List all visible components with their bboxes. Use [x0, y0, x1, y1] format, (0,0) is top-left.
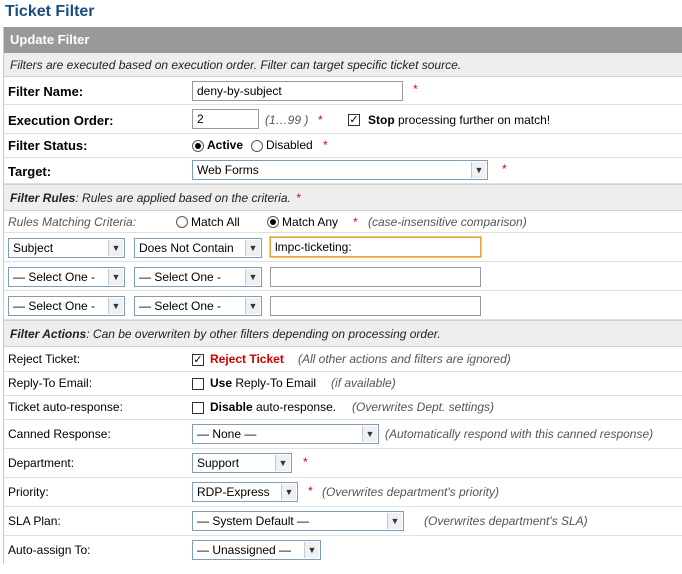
auto-assign-label: Auto-assign To: — [8, 543, 91, 557]
auto-response-label: Ticket auto-response: — [8, 400, 123, 414]
auto-response-checkbox[interactable] — [192, 402, 204, 414]
canned-response-note: (Automatically respond with this canned … — [385, 427, 654, 441]
page-title: Ticket Filter — [5, 3, 95, 20]
canned-response-row: Canned Response: — None — ▼ (Automaticall… — [4, 420, 682, 449]
filter-status-label: Filter Status: — [8, 138, 88, 153]
filter-rules-desc: : Rules are applied based on the criteri… — [75, 191, 291, 205]
auto-response-note: (Overwrites Dept. settings) — [352, 400, 495, 414]
chevron-down-icon: ▼ — [245, 298, 260, 314]
rule-value-input[interactable]: lmpc-ticketing: — [270, 237, 481, 257]
match-all-radio[interactable] — [176, 216, 188, 228]
rule-field-select[interactable]: Subject ▼ — [8, 238, 125, 258]
reject-ticket-text: Reject Ticket — [210, 352, 284, 366]
canned-response-label: Canned Response: — [8, 427, 111, 441]
target-label: Target: — [8, 164, 52, 179]
canned-response-select[interactable]: — None — ▼ — [192, 424, 379, 444]
priority-label: Priority: — [8, 485, 49, 499]
auto-response-row: Ticket auto-response: Disable auto-respo… — [4, 396, 682, 420]
department-select[interactable]: Support ▼ — [192, 453, 292, 473]
chevron-down-icon: ▼ — [245, 269, 260, 285]
filter-name-row: Filter Name: deny-by-subject * — [4, 77, 682, 105]
filter-name-input[interactable]: deny-by-subject — [192, 81, 403, 101]
filter-actions-section: Filter Actions: Can be overwriten by oth… — [4, 320, 682, 347]
execution-order-input[interactable]: 2 — [192, 109, 259, 129]
reject-ticket-note: (All other actions and filters are ignor… — [298, 352, 511, 366]
rule-row: Subject ▼ Does Not Contain ▼ lmpc-ticketin… — [4, 233, 682, 262]
chevron-down-icon: ▼ — [387, 513, 402, 529]
criteria-note: (case-insensitive comparison) — [368, 215, 527, 229]
chevron-down-icon: ▼ — [245, 240, 260, 256]
filter-form: Update Filter Filters are executed based… — [3, 27, 682, 564]
match-any-radio[interactable] — [267, 216, 279, 228]
reject-ticket-label: Reject Ticket: — [8, 352, 81, 366]
filter-status-row: Filter Status: Active Disabled * — [4, 134, 682, 158]
match-any-label: Match Any — [282, 215, 339, 229]
chevron-down-icon: ▼ — [362, 426, 377, 442]
priority-note: (Overwrites department's priority) — [322, 485, 499, 499]
rule-row: — Select One - ▼ — Select One - ▼ — [4, 262, 682, 291]
chevron-down-icon: ▼ — [281, 484, 296, 500]
rule-value-input[interactable] — [270, 267, 481, 287]
filter-name-label: Filter Name: — [8, 84, 84, 99]
reply-to-row: Reply-To Email: Use Reply-To Email (if a… — [4, 372, 682, 396]
chevron-down-icon: ▼ — [108, 269, 123, 285]
required-mark: * — [502, 162, 507, 176]
filter-actions-desc: : Can be overwriten by other filters dep… — [86, 327, 441, 341]
status-disabled-label: Disabled — [266, 138, 313, 152]
form-header: Update Filter — [4, 27, 682, 53]
department-label: Department: — [8, 456, 75, 470]
required-mark: * — [323, 138, 328, 152]
status-active-radio[interactable] — [192, 140, 204, 152]
required-mark: * — [308, 484, 313, 498]
auto-assign-select[interactable]: — Unassigned — ▼ — [192, 540, 321, 560]
filter-actions-title: Filter Actions — [10, 327, 87, 341]
status-disabled-radio[interactable] — [251, 140, 263, 152]
rule-value-input[interactable] — [270, 296, 481, 316]
rule-row: — Select One - ▼ — Select One - ▼ — [4, 291, 682, 320]
reply-to-checkbox[interactable] — [192, 378, 204, 390]
stop-processing-checkbox[interactable]: ✓ — [348, 114, 360, 126]
rule-field-select[interactable]: — Select One - ▼ — [8, 296, 125, 316]
required-mark: * — [303, 455, 308, 469]
required-mark: * — [353, 215, 358, 229]
form-intro: Filters are executed based on execution … — [4, 53, 682, 77]
criteria-label: Rules Matching Criteria: — [8, 215, 137, 229]
reject-ticket-checkbox[interactable]: ✓ — [192, 354, 204, 366]
reply-to-text: Use Reply-To Email — [210, 376, 317, 390]
filter-rules-title: Filter Rules — [10, 191, 76, 205]
stop-processing-label: Stop processing further on match! — [368, 113, 551, 127]
status-active-label: Active — [207, 138, 244, 152]
execution-order-hint: (1…99 ) — [265, 113, 309, 127]
priority-row: Priority: RDP-Express ▼ * (Overwrites dep… — [4, 478, 682, 507]
chevron-down-icon: ▼ — [471, 162, 486, 178]
chevron-down-icon: ▼ — [108, 298, 123, 314]
priority-select[interactable]: RDP-Express ▼ — [192, 482, 298, 502]
auto-assign-row: Auto-assign To: — Unassigned — ▼ — [4, 536, 682, 564]
sla-row: SLA Plan: — System Default — ▼ (Overwrite… — [4, 507, 682, 536]
rule-operator-select[interactable]: — Select One - ▼ — [134, 267, 262, 287]
execution-order-row: Execution Order: 2 (1…99 ) * ✓ Stop proc… — [4, 105, 682, 134]
sla-select[interactable]: — System Default — ▼ — [192, 511, 404, 531]
target-row: Target: Web Forms ▼ * — [4, 158, 682, 184]
match-all-label: Match All — [191, 215, 240, 229]
sla-note: (Overwrites department's SLA) — [424, 514, 588, 528]
required-mark: * — [413, 82, 418, 96]
chevron-down-icon: ▼ — [108, 240, 123, 256]
sla-label: SLA Plan: — [8, 514, 61, 528]
chevron-down-icon: ▼ — [304, 542, 319, 558]
rule-operator-select[interactable]: — Select One - ▼ — [134, 296, 262, 316]
execution-order-label: Execution Order: — [8, 113, 114, 128]
chevron-down-icon: ▼ — [275, 455, 290, 471]
rule-field-select[interactable]: — Select One - ▼ — [8, 267, 125, 287]
reply-to-note: (if available) — [331, 376, 396, 390]
target-select[interactable]: Web Forms ▼ — [192, 160, 488, 180]
reply-to-label: Reply-To Email: — [8, 376, 93, 390]
filter-rules-section: Filter Rules: Rules are applied based on… — [4, 184, 682, 211]
reject-ticket-row: Reject Ticket: ✓ Reject Ticket (All othe… — [4, 347, 682, 372]
criteria-row: Rules Matching Criteria: Match All Match… — [4, 211, 682, 233]
department-row: Department: Support ▼ * — [4, 449, 682, 478]
required-mark: * — [318, 113, 323, 127]
auto-response-text: Disable auto-response. — [210, 400, 337, 414]
rule-operator-select[interactable]: Does Not Contain ▼ — [134, 238, 262, 258]
